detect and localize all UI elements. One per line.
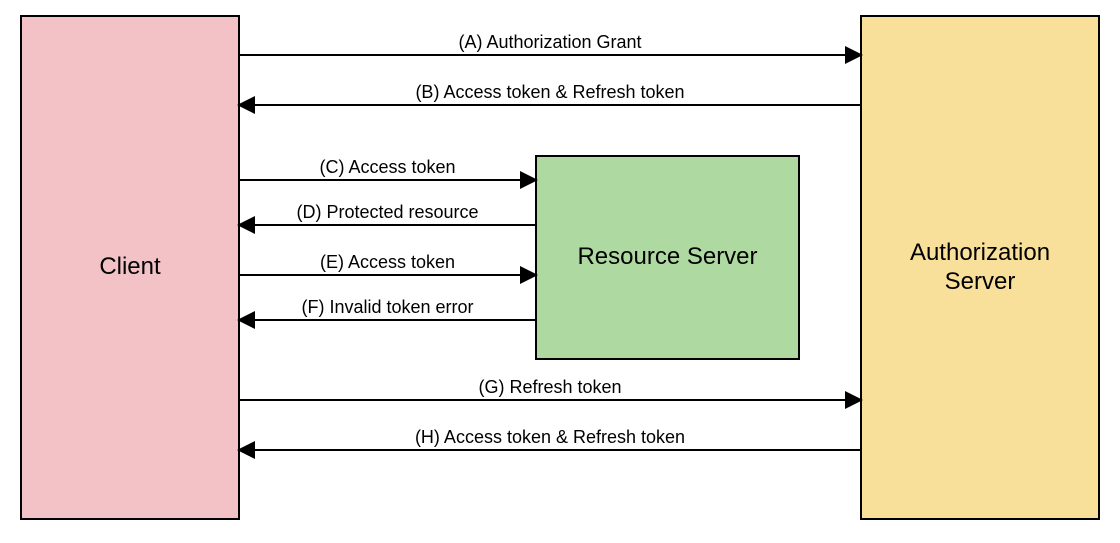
client-box: Client xyxy=(20,15,240,520)
arrow-g-label: (G) Refresh token xyxy=(478,377,621,398)
authorization-server-label: AuthorizationServer xyxy=(910,239,1050,297)
resource-server-label: Resource Server xyxy=(577,243,757,272)
arrow-h-label: (H) Access token & Refresh token xyxy=(415,427,685,448)
arrow-c-label: (C) Access token xyxy=(319,157,455,178)
diagram-stage: Client Resource Server AuthorizationServ… xyxy=(0,0,1120,543)
arrow-e-label: (E) Access token xyxy=(320,252,455,273)
arrow-a-label: (A) Authorization Grant xyxy=(458,32,641,53)
arrow-f-label: (F) Invalid token error xyxy=(301,297,473,318)
client-label: Client xyxy=(99,253,160,282)
arrow-d-label: (D) Protected resource xyxy=(296,202,478,223)
arrow-b-label: (B) Access token & Refresh token xyxy=(415,82,684,103)
authorization-server-box: AuthorizationServer xyxy=(860,15,1100,520)
resource-server-box: Resource Server xyxy=(535,155,800,360)
